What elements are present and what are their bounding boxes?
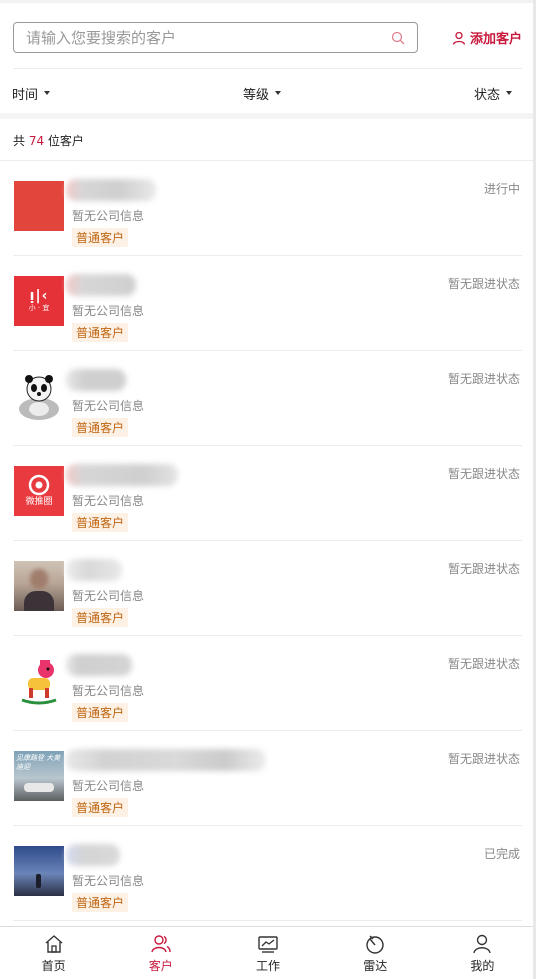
rocking-horse-icon: [21, 660, 57, 705]
customer-item[interactable]: 暂无公司信息 普通客户 暂无跟进状态: [0, 541, 536, 636]
level-tag: 普通客户: [72, 513, 129, 532]
panda-icon: [19, 375, 59, 420]
customer-item[interactable]: 暂无公司信息 普通客户 暂无跟进状态: [0, 351, 536, 446]
silhouette-icon: [36, 874, 41, 888]
xiaoyi-logo-icon: ᴉ|‹: [29, 288, 49, 304]
filter-time[interactable]: 时间: [12, 84, 51, 103]
customer-item[interactable]: 暂无公司信息 普通客户 进行中: [0, 161, 536, 256]
tab-label: 工作: [256, 959, 281, 973]
tab-label: 雷达: [363, 959, 388, 973]
person-photo-icon: [30, 569, 48, 589]
tab-label: 客户: [148, 959, 173, 973]
follow-status: 进行中: [483, 182, 520, 196]
company-info: 暂无公司信息: [72, 874, 145, 888]
level-tag: 普通客户: [72, 228, 129, 247]
filter-status[interactable]: 状态: [473, 84, 512, 103]
avatar: [14, 656, 64, 706]
customer-list: 暂无公司信息 普通客户 进行中 ᴉ|‹ 小 · 宜 暂无公司信息 普通客户 暂无…: [0, 161, 536, 921]
avatar: 见康路登 大美迪迎: [14, 751, 64, 801]
tab-customers[interactable]: 客户: [107, 927, 214, 979]
search-box[interactable]: [13, 22, 418, 53]
customer-name-blurred: [66, 844, 120, 866]
filter-level[interactable]: 等级: [242, 84, 281, 103]
follow-status: 暂无跟进状态: [447, 277, 520, 291]
car-icon: [24, 783, 54, 792]
customer-item[interactable]: 见康路登 大美迪迎 暂无公司信息 普通客户 暂无跟进状态: [0, 731, 536, 826]
level-tag: 普通客户: [72, 608, 129, 627]
radar-icon: [366, 935, 384, 954]
follow-status: 暂无跟进状态: [447, 372, 520, 386]
level-tag: 普通客户: [72, 798, 129, 817]
level-tag: 普通客户: [72, 418, 129, 437]
add-user-icon: [452, 31, 466, 45]
filter-label: 状态: [473, 87, 500, 103]
follow-status: 暂无跟进状态: [447, 657, 520, 671]
filter-bar: 时间 等级 状态: [12, 84, 512, 103]
tab-home[interactable]: 首页: [0, 927, 107, 979]
filter-label: 等级: [242, 87, 269, 103]
tab-profile[interactable]: 我的: [429, 927, 536, 979]
customer-name-blurred: [66, 274, 136, 296]
company-info: 暂无公司信息: [72, 684, 145, 698]
customers-icon: [151, 935, 171, 953]
customer-name-blurred: [66, 749, 266, 771]
tab-work[interactable]: 工作: [214, 927, 321, 979]
avatar: 微推圈: [14, 466, 64, 516]
follow-status: 暂无跟进状态: [447, 562, 520, 576]
company-info: 暂无公司信息: [72, 399, 145, 413]
target-icon: [28, 474, 50, 496]
divider: [13, 68, 522, 69]
add-customer-button[interactable]: 添加客户: [452, 28, 522, 47]
follow-status: 暂无跟进状态: [447, 467, 520, 481]
avatar: [14, 371, 64, 421]
customer-item[interactable]: 暂无公司信息 普通客户 暂无跟进状态: [0, 636, 536, 731]
level-tag: 普通客户: [72, 893, 129, 912]
profile-icon: [473, 934, 492, 954]
customer-item[interactable]: 暂无公司信息 普通客户 已完成: [0, 826, 536, 921]
caret-down-icon: [275, 91, 281, 95]
search-input[interactable]: [24, 27, 389, 48]
avatar: [14, 561, 64, 611]
add-customer-label: 添加客户: [469, 32, 522, 47]
customer-name-blurred: [66, 179, 156, 201]
tab-label: 首页: [41, 959, 66, 973]
top-divider: [0, 0, 536, 3]
company-info: 暂无公司信息: [72, 304, 145, 318]
company-info: 暂无公司信息: [72, 589, 145, 603]
level-tag: 普通客户: [72, 323, 129, 342]
customer-name-blurred: [66, 369, 126, 391]
company-info: 暂无公司信息: [72, 779, 145, 793]
caret-down-icon: [44, 91, 51, 95]
tab-radar[interactable]: 雷达: [322, 927, 429, 979]
tab-label: 我的: [470, 959, 495, 973]
search-bar: 添加客户: [13, 21, 522, 54]
customer-item[interactable]: 微推圈 暂无公司信息 普通客户 暂无跟进状态: [0, 446, 536, 541]
follow-status: 已完成: [483, 847, 520, 861]
avatar: [14, 846, 64, 896]
avatar: ᴉ|‹ 小 · 宜: [14, 276, 64, 326]
bottom-tab-bar: 首页 客户 工作 雷达 我的: [0, 926, 536, 979]
customer-name-blurred: [66, 654, 132, 676]
customer-count: 共 74 位客户: [13, 134, 84, 148]
home-icon: [45, 935, 63, 953]
follow-status: 暂无跟进状态: [447, 752, 520, 766]
customer-item[interactable]: ᴉ|‹ 小 · 宜 暂无公司信息 普通客户 暂无跟进状态: [0, 256, 536, 351]
section-gap: [0, 113, 536, 119]
search-icon[interactable]: [389, 29, 407, 47]
filter-label: 时间: [12, 87, 39, 103]
company-info: 暂无公司信息: [72, 494, 145, 508]
work-icon: [258, 936, 278, 953]
avatar: [14, 181, 64, 231]
customer-name-blurred: [66, 559, 122, 581]
company-info: 暂无公司信息: [72, 209, 145, 223]
caret-down-icon: [505, 91, 512, 95]
level-tag: 普通客户: [72, 703, 129, 722]
customer-name-blurred: [66, 464, 178, 486]
